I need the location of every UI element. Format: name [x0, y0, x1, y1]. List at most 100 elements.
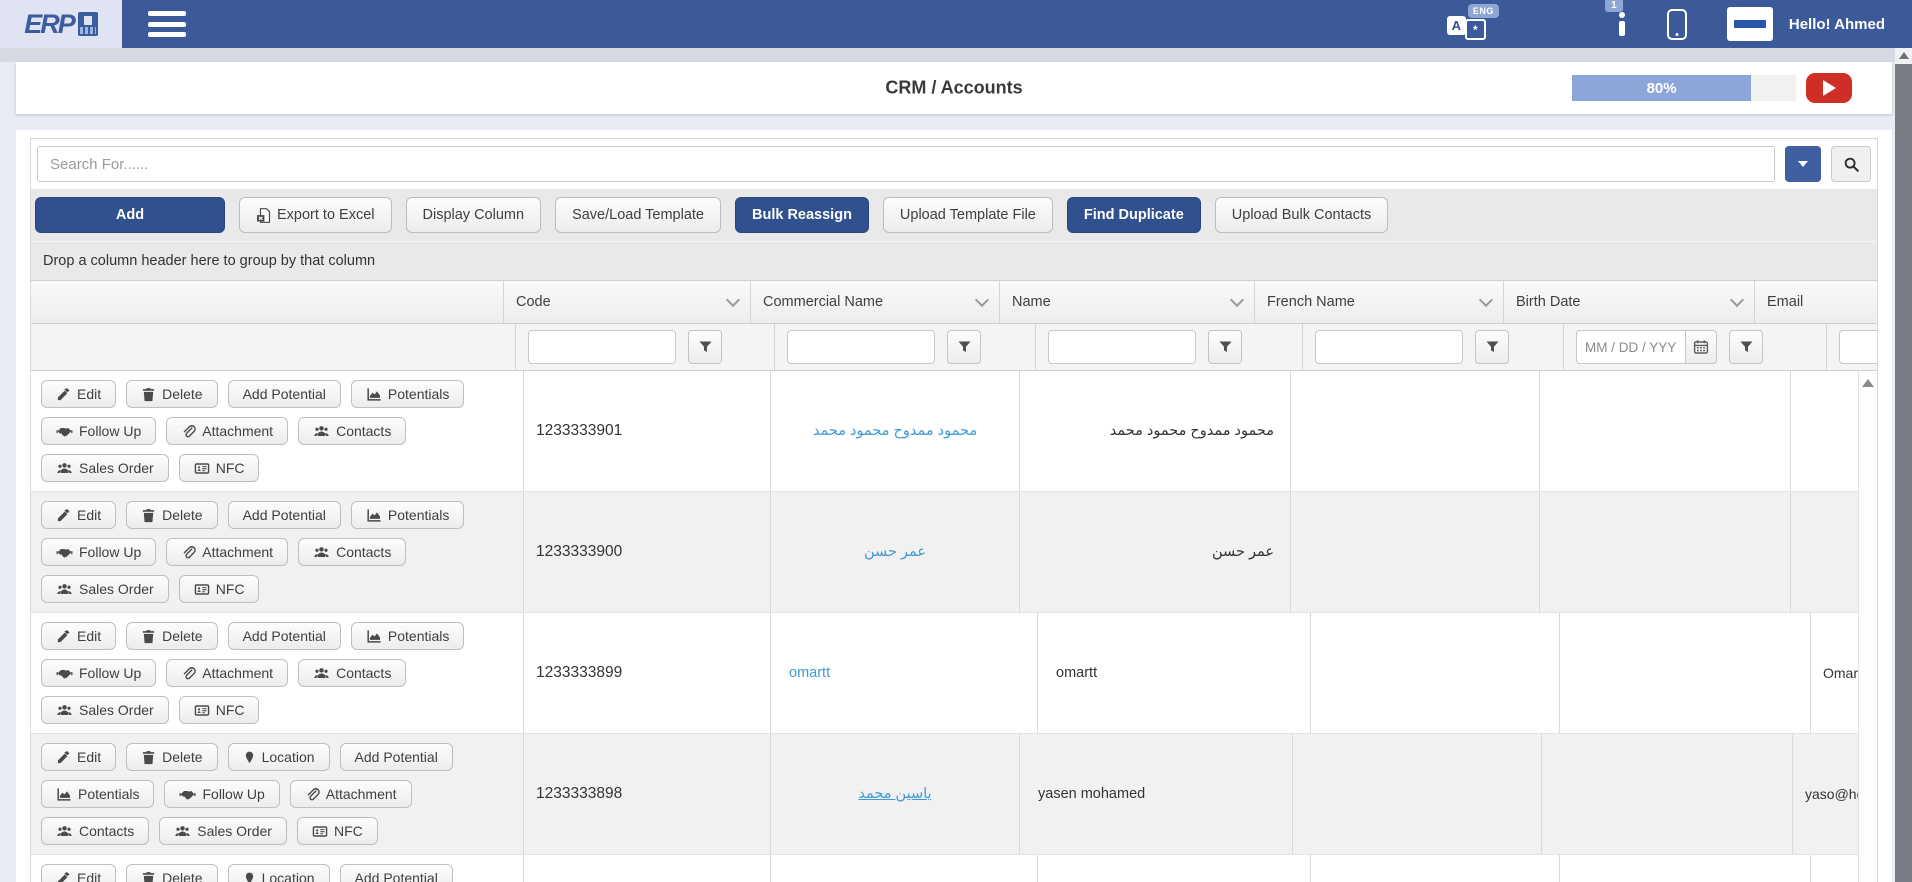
row-action-add-potential[interactable]: Add Potential: [228, 501, 341, 529]
video-play-button[interactable]: [1806, 73, 1852, 103]
row-action-label: Location: [262, 749, 315, 765]
chart-icon: [56, 787, 72, 802]
row-action-delete[interactable]: Delete: [126, 864, 217, 882]
row-action-delete[interactable]: Delete: [126, 622, 217, 650]
filter-button[interactable]: [1208, 330, 1242, 364]
row-action-label: Contacts: [336, 665, 391, 681]
row-action-follow-up[interactable]: Follow Up: [41, 659, 156, 687]
row-action-location[interactable]: Location: [228, 864, 330, 882]
toolbar-button-export-to-excel[interactable]: Export to Excel: [239, 197, 392, 233]
row-action-contacts[interactable]: Contacts: [298, 538, 406, 566]
row-action-nfc[interactable]: NFC: [179, 696, 260, 724]
row-action-follow-up[interactable]: Follow Up: [41, 538, 156, 566]
commercial-name-link[interactable]: محمود ممدوح محمود محمد: [813, 423, 977, 439]
name-value: عمر حسن: [1212, 544, 1274, 560]
row-action-edit[interactable]: Edit: [41, 743, 116, 771]
row-action-potentials[interactable]: Potentials: [351, 501, 464, 529]
cell-birth-date: [1560, 613, 1811, 733]
chevron-down-icon: [1730, 293, 1744, 307]
toolbar-button-find-duplicate[interactable]: Find Duplicate: [1067, 197, 1201, 233]
filter-cell-email: [1827, 324, 1877, 370]
row-action-add-potential[interactable]: Add Potential: [228, 622, 341, 650]
row-action-follow-up[interactable]: Follow Up: [41, 417, 156, 445]
row-action-attachment[interactable]: Attachment: [290, 780, 412, 808]
toolbar-button-upload-bulk-contacts[interactable]: Upload Bulk Contacts: [1215, 197, 1388, 233]
group-by-bar[interactable]: Drop a column header here to group by th…: [31, 241, 1877, 280]
row-action-label: Potentials: [78, 786, 139, 802]
search-button[interactable]: [1831, 146, 1871, 182]
avatar[interactable]: [1727, 7, 1773, 41]
erp-logo[interactable]: ERP: [0, 0, 122, 48]
row-action-sales-order[interactable]: Sales Order: [41, 454, 169, 482]
header-cell-commercial-name[interactable]: Commercial Name: [751, 281, 1000, 323]
toolbar-button-save-load-template[interactable]: Save/Load Template: [555, 197, 721, 233]
info-button[interactable]: 1: [1619, 12, 1625, 36]
row-action-potentials[interactable]: Potentials: [351, 380, 464, 408]
row-action-potentials[interactable]: Potentials: [41, 780, 154, 808]
row-action-attachment[interactable]: Attachment: [166, 659, 288, 687]
page-scrollbar-thumb[interactable]: [1895, 64, 1912, 882]
row-action-edit[interactable]: Edit: [41, 501, 116, 529]
header-cell-birth-date[interactable]: Birth Date: [1504, 281, 1755, 323]
row-action-sales-order[interactable]: Sales Order: [41, 575, 169, 603]
row-action-nfc[interactable]: NFC: [179, 454, 260, 482]
calendar-button[interactable]: [1685, 330, 1717, 364]
row-action-sales-order[interactable]: Sales Order: [159, 817, 287, 845]
commercial-name-link[interactable]: عمر حسن: [864, 544, 926, 560]
row-action-add-potential[interactable]: Add Potential: [228, 380, 341, 408]
toolbar-button-display-column[interactable]: Display Column: [406, 197, 542, 233]
header-cell-email[interactable]: Email: [1755, 281, 1877, 323]
commercial-name-link[interactable]: ياسين محمد: [858, 786, 931, 802]
row-action-sales-order[interactable]: Sales Order: [41, 696, 169, 724]
toolbar-button-label: Export to Excel: [277, 207, 375, 223]
filter-button[interactable]: [947, 330, 981, 364]
language-switcher[interactable]: ENG A *: [1447, 7, 1491, 41]
phone-icon[interactable]: [1667, 9, 1687, 40]
toolbar-button-bulk-reassign[interactable]: Bulk Reassign: [735, 197, 869, 233]
page-scrollbar[interactable]: [1895, 48, 1912, 882]
column-filter-input[interactable]: [1048, 330, 1196, 364]
row-action-edit[interactable]: Edit: [41, 864, 116, 882]
grid-scrollbar[interactable]: [1858, 371, 1877, 882]
column-filter-input[interactable]: [528, 330, 676, 364]
row-action-attachment[interactable]: Attachment: [166, 417, 288, 445]
row-action-location[interactable]: Location: [228, 743, 330, 771]
row-action-contacts[interactable]: Contacts: [298, 417, 406, 445]
row-action-contacts[interactable]: Contacts: [298, 659, 406, 687]
row-action-edit[interactable]: Edit: [41, 380, 116, 408]
row-action-delete[interactable]: Delete: [126, 501, 217, 529]
birth-date-filter-input[interactable]: [1576, 330, 1685, 364]
row-actions-cell: Edit Delete Location Add Potential Potential…: [31, 734, 524, 854]
hamburger-menu-icon[interactable]: [148, 11, 186, 37]
row-action-follow-up[interactable]: Follow Up: [164, 780, 279, 808]
column-filter-input[interactable]: [1839, 330, 1877, 364]
header-cell-name[interactable]: Name: [1000, 281, 1255, 323]
row-action-edit[interactable]: Edit: [41, 622, 116, 650]
toolbar-button-upload-template-file[interactable]: Upload Template File: [883, 197, 1053, 233]
row-action-attachment[interactable]: Attachment: [166, 538, 288, 566]
filter-button[interactable]: [1729, 330, 1763, 364]
header-cell-code[interactable]: Code: [504, 281, 751, 323]
filter-button[interactable]: [688, 330, 722, 364]
row-action-delete[interactable]: Delete: [126, 380, 217, 408]
header-cell-french-name[interactable]: French Name: [1255, 281, 1504, 323]
row-action-add-potential[interactable]: Add Potential: [340, 743, 453, 771]
commercial-name-link[interactable]: omartt: [789, 665, 830, 681]
row-action-contacts[interactable]: Contacts: [41, 817, 149, 845]
filter-button[interactable]: [1475, 330, 1509, 364]
progress-bar-fill: 80%: [1572, 75, 1751, 101]
row-action-label: Contacts: [336, 544, 391, 560]
row-action-potentials[interactable]: Potentials: [351, 622, 464, 650]
row-action-nfc[interactable]: NFC: [179, 575, 260, 603]
notification-badge: 1: [1605, 0, 1623, 12]
row-action-nfc[interactable]: NFC: [297, 817, 378, 845]
user-greeting[interactable]: Hello! Ahmed: [1789, 16, 1885, 33]
toolbar-button-add[interactable]: Add: [35, 197, 225, 233]
column-filter-input[interactable]: [1315, 330, 1463, 364]
row-action-add-potential[interactable]: Add Potential: [340, 864, 453, 882]
search-input[interactable]: [37, 146, 1775, 182]
row-action-delete[interactable]: Delete: [126, 743, 217, 771]
search-dropdown-button[interactable]: [1785, 146, 1821, 182]
cell-commercial-name: عمر حسن: [771, 492, 1020, 612]
column-filter-input[interactable]: [787, 330, 935, 364]
